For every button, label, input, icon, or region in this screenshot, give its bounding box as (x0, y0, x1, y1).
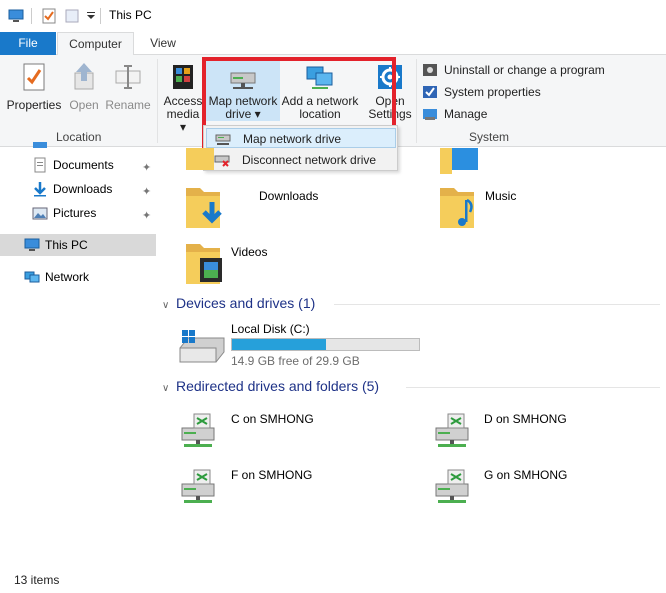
open-label: Open (69, 98, 99, 112)
drive-name: C on SMHONG (231, 412, 314, 426)
tab-file[interactable]: File (0, 32, 56, 55)
nav-item-documents[interactable]: Documents ✦ (0, 154, 156, 176)
system-properties-button[interactable]: System properties (422, 83, 541, 101)
folder-music[interactable]: Music (440, 184, 660, 232)
redirected-drive-icon (181, 469, 215, 503)
videos-folder-icon (186, 244, 222, 284)
section-title: Redirected drives and folders (5) (176, 378, 380, 394)
documents-icon (34, 157, 46, 173)
section-title: Devices and drives (1) (176, 295, 316, 311)
downloads-folder-icon (186, 188, 222, 228)
redirected-drive-c[interactable]: C on SMHONG (176, 412, 416, 452)
properties-check-icon[interactable] (41, 8, 57, 24)
nav-item-this-pc[interactable]: This PC (0, 234, 156, 256)
content-pane: Downloads Music Videos ∨ Devices and driv… (158, 148, 666, 568)
open-button[interactable]: Open (64, 61, 104, 112)
pin-icon: ✦ (142, 186, 152, 198)
nav-label: Pictures (53, 206, 97, 220)
documents-folder-icon (440, 148, 478, 174)
rename-label: Rename (105, 98, 151, 112)
media-icon (173, 65, 193, 89)
nav-item-network[interactable]: Network (0, 266, 156, 288)
properties-button[interactable]: Properties (4, 61, 64, 112)
status-bar-item-count: 13 items (14, 573, 60, 587)
this-pc-icon (24, 238, 40, 251)
properties-label: Properties (6, 98, 62, 112)
new-folder-icon[interactable] (64, 8, 80, 24)
manage-label: Manage (444, 107, 488, 121)
uninstall-program-button[interactable]: Uninstall or change a program (422, 61, 605, 79)
open-icon (74, 63, 94, 90)
drive-name: Local Disk (C:) (231, 322, 310, 336)
desktop-folder-icon (186, 148, 214, 170)
folder-name: Music (485, 189, 517, 203)
group-separator (416, 59, 417, 143)
system-properties-label: System properties (444, 85, 541, 99)
folder-name: Videos (231, 245, 268, 259)
drive-name: G on SMHONG (484, 468, 568, 482)
section-divider (334, 304, 660, 305)
manage-icon (423, 109, 437, 120)
section-header-devices[interactable]: ∨ Devices and drives (1) (162, 295, 315, 311)
downloads-icon (34, 182, 46, 197)
folder-videos[interactable]: Videos (186, 240, 426, 288)
redirected-drive-icon (435, 469, 469, 503)
location-group-label: Location (56, 130, 102, 144)
system-properties-icon (423, 86, 437, 98)
section-divider (406, 387, 660, 388)
chevron-down-icon: ∨ (162, 383, 170, 394)
network-drive-icon (215, 134, 231, 145)
pictures-icon (32, 207, 48, 220)
title-separator (100, 8, 101, 24)
computer-icon[interactable] (8, 8, 24, 24)
chevron-down-icon: ∨ (162, 300, 170, 311)
title-separator (31, 8, 32, 24)
menu-item-map-network-drive[interactable]: Map network drive (206, 128, 396, 148)
folder-downloads[interactable]: Downloads (186, 184, 426, 232)
drive-local-disk-c[interactable]: Local Disk (C:) 14.9 GB free of 29.9 GB (176, 320, 436, 370)
redirected-drive-icon (181, 413, 215, 447)
tab-view[interactable]: View (140, 32, 186, 56)
access-media-button[interactable]: Access media ▾ (162, 61, 204, 134)
drive-name: D on SMHONG (484, 412, 567, 426)
folder-name: Downloads (259, 189, 319, 203)
redirected-drive-g[interactable]: G on SMHONG (430, 468, 660, 508)
nav-label: Network (45, 270, 90, 284)
redirected-drive-d[interactable]: D on SMHONG (430, 412, 660, 452)
nav-label: Downloads (53, 182, 113, 196)
drive-usage-fill (232, 339, 326, 350)
nav-item-pictures[interactable]: Pictures ✦ (0, 202, 156, 224)
menu-item-label: Map network drive (243, 132, 342, 146)
drive-free-space: 14.9 GB free of 29.9 GB (231, 354, 360, 368)
nav-label: This PC (45, 238, 88, 252)
rename-button[interactable]: Rename (104, 61, 152, 112)
local-disk-icon (179, 330, 225, 363)
section-header-redirected[interactable]: ∨ Redirected drives and folders (5) (162, 378, 379, 394)
music-folder-icon (440, 188, 474, 228)
tab-computer[interactable]: Computer (57, 32, 134, 56)
nav-item-downloads[interactable]: Downloads ✦ (0, 178, 156, 200)
drive-name: F on SMHONG (231, 468, 313, 482)
properties-icon (23, 63, 45, 91)
ribbon-tabs: File Computer View (0, 32, 666, 56)
drive-usage-bar (231, 338, 420, 351)
manage-button[interactable]: Manage (422, 105, 487, 123)
uninstall-icon (423, 64, 437, 76)
customize-dropdown-icon[interactable] (84, 8, 100, 24)
uninstall-label: Uninstall or change a program (444, 63, 605, 77)
redirected-drive-f[interactable]: F on SMHONG (176, 468, 416, 508)
access-media-label-2: media ▾ (166, 107, 200, 134)
system-group-label: System (469, 130, 510, 144)
pin-icon: ✦ (142, 162, 152, 174)
window-title: This PC (109, 8, 152, 22)
network-icon (24, 271, 40, 283)
title-bar: This PC (0, 0, 666, 32)
pin-icon: ✦ (142, 210, 152, 222)
group-separator (157, 59, 158, 143)
nav-label: Documents (53, 158, 114, 172)
rename-icon (115, 65, 141, 89)
redirected-drive-icon (435, 413, 469, 447)
navigation-pane: Documents ✦ Downloads ✦ Pictures ✦ This … (0, 142, 158, 568)
